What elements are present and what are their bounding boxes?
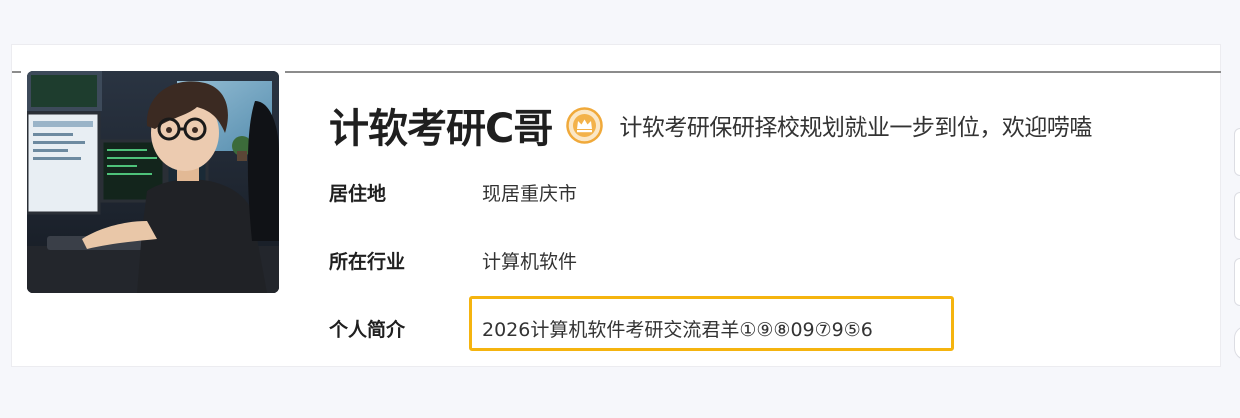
divider [285,71,1221,73]
side-tab[interactable] [1234,326,1240,360]
industry-value: 计算机软件 [482,251,578,273]
profile-tagline: 计软考研保研择校规划就业一步到位，欢迎唠嗑 [619,115,1092,141]
side-tab[interactable] [1234,258,1240,306]
avatar[interactable] [27,71,279,293]
residence-label: 居住地 [329,183,387,205]
profile-name: 计软考研C哥 [329,106,553,152]
divider [12,71,21,73]
profile-card: 计软考研C哥 计软考研保研择校规划就业一步到位，欢迎唠嗑 居住地 现居重庆市 所… [11,44,1221,367]
bio-label: 个人简介 [329,319,406,341]
industry-label: 所在行业 [329,251,406,273]
residence-value: 现居重庆市 [482,183,578,205]
side-tab[interactable] [1234,128,1240,176]
crown-badge-icon[interactable] [566,106,604,144]
bio-value: 2026计算机软件考研交流君羊①⑨⑧09⑦9⑤6 [482,319,873,341]
side-tab[interactable] [1234,192,1240,240]
avatar-illustration [27,71,279,293]
profile-header: 计软考研C哥 计软考研保研择校规划就业一步到位，欢迎唠嗑 [329,97,1092,153]
